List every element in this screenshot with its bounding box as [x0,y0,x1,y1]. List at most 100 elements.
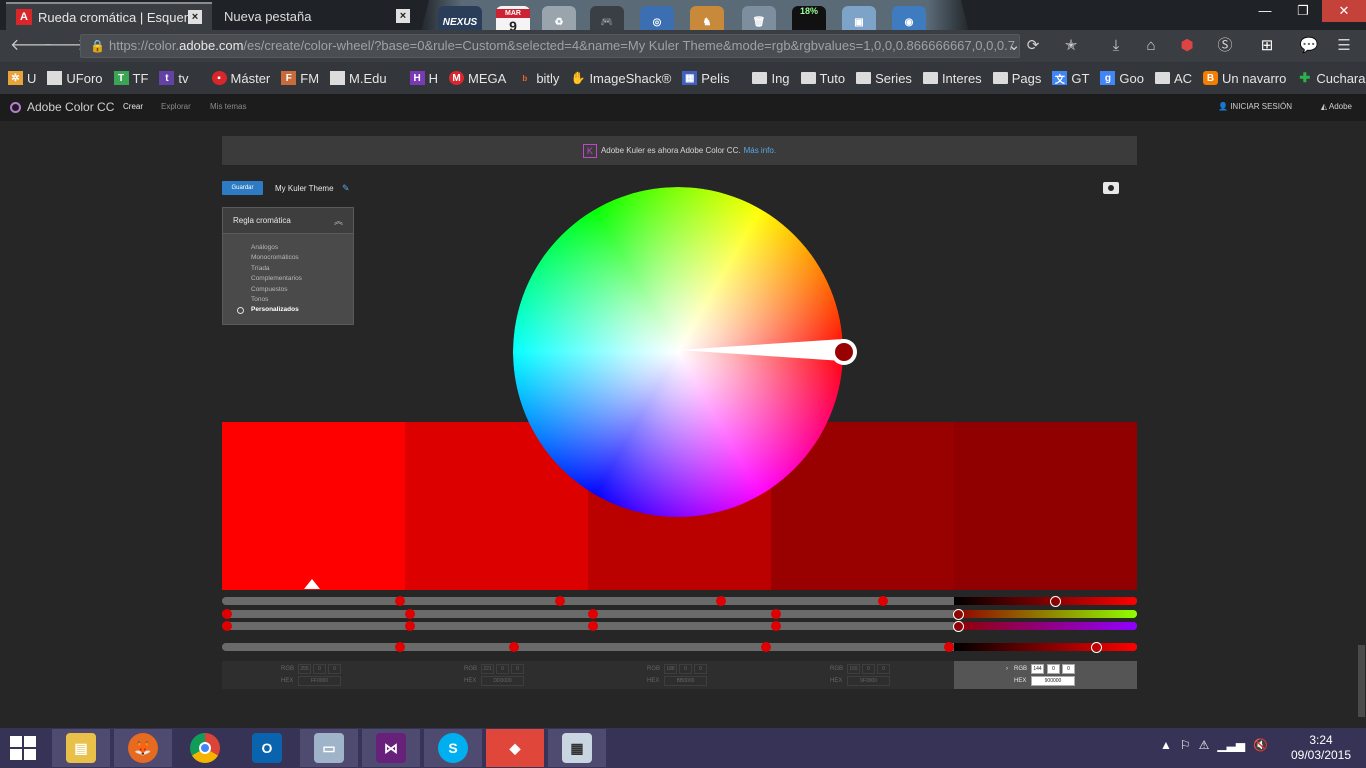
home-icon[interactable]: ⌂ [1140,36,1162,56]
rule-personalizados[interactable]: Personalizados [237,305,353,315]
b-field[interactable]: 0 [694,664,707,674]
taskbar-skype[interactable]: S [424,729,482,767]
brightness-slider[interactable] [222,595,1137,607]
b-field[interactable]: 0 [877,664,890,674]
bookmark-folder-tuto[interactable]: Tuto [800,71,845,86]
back-icon[interactable]: 🡐 [10,36,53,56]
swatch-5[interactable] [954,422,1137,590]
tab-nueva-pestana[interactable]: Nueva pestaña × [214,2,420,30]
network-error-icon[interactable]: ⚠ [1199,738,1210,752]
bookmark-folder-interes[interactable]: Interes [922,71,982,86]
download-icon[interactable]: ⤓ [1105,36,1127,56]
swatch-1[interactable] [222,422,405,590]
slider-active-handle[interactable] [1091,641,1102,653]
scroll-thumb[interactable] [1358,645,1365,717]
restore-icon[interactable]: ❐ [1284,0,1322,22]
slider-dot[interactable] [222,609,232,619]
wifi-signal-icon[interactable]: ▁▃▅ [1217,738,1245,752]
save-button[interactable]: Guardar [222,181,263,195]
bookmark-star-icon[interactable]: ✭ [1060,36,1082,56]
blue-slider[interactable] [222,620,1137,632]
slider-active-handle[interactable] [953,620,964,632]
slider-active-handle[interactable] [953,608,964,620]
slider-dot[interactable] [509,642,519,652]
slider-dot[interactable] [761,642,771,652]
bookmark-folder-pags[interactable]: Pags [992,71,1041,86]
rule-compuestos[interactable]: Compuestos [251,285,353,295]
bookmark-imageshack[interactable]: ✋ ImageShack® [570,71,671,86]
hex-field[interactable]: BB0000 [664,676,707,686]
slider-dot[interactable] [588,621,598,631]
taskbar-window[interactable]: ▦ [548,729,606,767]
taskbar-task-manager[interactable]: ▭ [300,729,358,767]
bookmark-tf[interactable]: T TF [113,71,148,86]
g-field[interactable]: 0 [496,664,509,674]
g-field[interactable]: 0 [862,664,875,674]
bookmark-tv[interactable]: t tv [159,71,189,86]
hex-field[interactable]: FF0000 [298,676,341,686]
slider-dot[interactable] [771,621,781,631]
more-info-link[interactable]: Más info. [744,146,776,155]
camera-icon[interactable] [1103,182,1119,194]
bookmark-mega[interactable]: M MEGA [449,71,506,86]
taskbar-clock[interactable]: 3:24 09/03/2015 [1288,733,1354,763]
taskbar-outlook[interactable]: O [238,729,296,767]
slider-dot[interactable] [405,621,415,631]
bookmark-bitly[interactable]: b bitly [517,71,559,86]
red-slider[interactable] [222,641,1137,653]
rule-triada[interactable]: Tríada [251,264,353,274]
theme-name[interactable]: My Kuler Theme [275,184,334,193]
b-field[interactable]: 0 [328,664,341,674]
bookmark-cuchara[interactable]: ✚ Cuchara [1297,70,1365,86]
taskbar-chrome[interactable] [176,729,234,767]
expand-arrow-icon[interactable]: › [1006,666,1008,672]
menu-icon[interactable]: ☰ [1333,36,1355,56]
g-field[interactable]: 0 [1047,664,1060,674]
r-field[interactable]: 188 [664,664,677,674]
tray-expand-icon[interactable]: ▲ [1160,738,1172,752]
taskbar-firefox[interactable]: 🦊 [114,729,172,767]
close-window-icon[interactable]: ✕ [1322,0,1366,22]
bookmark-folder-ac[interactable]: AC [1154,71,1192,86]
action-center-icon[interactable]: ⚐ [1180,738,1191,752]
r-field[interactable]: 144 [1031,664,1044,674]
rule-complementarios[interactable]: Complementarios [251,274,353,284]
taskbar-explorer[interactable]: ▤ [52,729,110,767]
bookmark-un-navarro[interactable]: B Un navarro [1203,71,1286,86]
taskbar-git[interactable]: ◆ [486,729,544,767]
close-tab-icon[interactable]: × [396,9,410,23]
slider-dot[interactable] [395,596,405,606]
signin-link[interactable]: 👤 INICIAR SESIÓN [1218,102,1292,111]
windows-start-icon[interactable] [10,736,38,762]
forward-icon[interactable]: 🡒 [44,36,87,56]
color-rule-header[interactable]: Regla cromática ︽ [223,208,353,234]
bookmark-fm[interactable]: F FM [281,71,319,86]
slider-active-handle[interactable] [1050,595,1061,607]
r-field[interactable]: 221 [481,664,494,674]
adblock-icon[interactable]: ⬢ [1176,36,1198,56]
taskbar-visual-studio[interactable]: ⋈ [362,729,420,767]
rule-analogos[interactable]: Análogos [251,243,353,253]
slider-dot[interactable] [395,642,405,652]
green-slider[interactable] [222,608,1137,620]
slider-dot[interactable] [588,609,598,619]
rule-tonos[interactable]: Tonos [251,295,353,305]
volume-muted-icon[interactable]: 🔇 [1253,738,1268,752]
g-field[interactable]: 0 [679,664,692,674]
bookmark-u[interactable]: ✲ U [8,71,36,86]
b-field[interactable]: 0 [511,664,524,674]
hex-field[interactable]: DD0000 [481,676,524,686]
minimize-icon[interactable]: — [1246,0,1284,22]
slider-dot[interactable] [555,596,565,606]
hex-field[interactable]: 9F0000 [847,676,890,686]
hex-field[interactable]: 900000 [1031,676,1075,686]
slider-dot[interactable] [878,596,888,606]
addon-s-icon[interactable]: Ⓢ [1214,36,1236,56]
close-tab-icon[interactable]: × [188,10,202,24]
bookmark-folder-series[interactable]: Series [856,71,912,86]
reload-icon[interactable]: ⟳ [1022,36,1044,56]
url-bar[interactable]: 🔒 https://color.adobe.com/es/create/colo… [80,34,1020,58]
nav-mis-temas[interactable]: Mis temas [210,102,246,111]
slider-dot[interactable] [944,642,954,652]
addon-icon[interactable]: ⊞ [1256,36,1278,56]
